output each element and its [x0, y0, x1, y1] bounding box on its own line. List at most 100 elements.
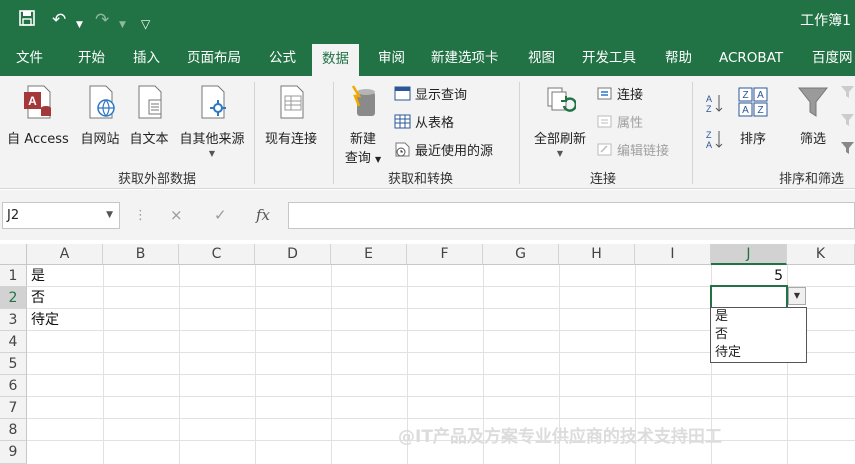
undo-dropdown-icon[interactable]: ▼ [76, 14, 83, 36]
ribbon: A 自 Access 自网站 自文本 自其他来源 ▼ 现有连接 获取外部数据 新 [0, 76, 855, 189]
tab-insert[interactable]: 插入 [133, 40, 160, 76]
gridline [27, 418, 855, 419]
cancel-icon[interactable]: × [170, 202, 183, 229]
formula-input[interactable] [288, 202, 855, 229]
name-box[interactable]: J2 ▼ [2, 202, 120, 229]
row-header-4[interactable]: 4 [0, 331, 27, 353]
chevron-down-icon: ▼ [208, 149, 216, 158]
properties-button: 属性 [596, 112, 643, 131]
tab-file[interactable]: 文件 [16, 40, 43, 76]
cell-a2[interactable]: 否 [31, 287, 103, 309]
from-other-sources-label: 自其他来源 [179, 132, 245, 147]
row-header-3[interactable]: 3 [0, 309, 27, 331]
row-header-9[interactable]: 9 [0, 441, 27, 464]
tab-new-tab[interactable]: 新建选项卡 [431, 40, 499, 76]
connections-label: 连接 [617, 88, 644, 103]
recent-sources-button[interactable]: 最近使用的源 [394, 140, 493, 159]
filter-button[interactable]: 筛选 [792, 84, 834, 147]
dropdown-option-yes[interactable]: 是 [711, 308, 806, 326]
tab-home[interactable]: 开始 [78, 40, 105, 76]
chevron-down-icon: ▼ [375, 155, 382, 164]
properties-label: 属性 [617, 116, 644, 131]
chevron-down-icon[interactable]: ▼ [106, 203, 113, 228]
existing-connections-button[interactable]: 现有连接 [260, 84, 322, 147]
reapply-filter-icon [840, 112, 855, 131]
column-header-d[interactable]: D [255, 244, 331, 265]
row-header-1[interactable]: 1 [0, 265, 27, 287]
cell-a1[interactable]: 是 [31, 265, 103, 287]
access-icon: A [4, 84, 72, 124]
title-bar: ↶ ▼ ↷ ▼ ▽ 工作簿1 [0, 0, 855, 40]
undo-icon[interactable]: ↶ [52, 9, 66, 31]
filter-icon [792, 84, 834, 124]
gridline [255, 265, 256, 464]
sort-descending-icon: ZA [706, 128, 724, 154]
from-other-sources-button[interactable]: 自其他来源 ▼ [175, 84, 249, 158]
row-header-2[interactable]: 2 [0, 287, 27, 309]
from-table-button[interactable]: 从表格 [394, 112, 454, 131]
row-header-5[interactable]: 5 [0, 353, 27, 375]
new-query-button[interactable]: 新建 查询 ▼ [340, 84, 386, 166]
column-header-i[interactable]: I [635, 244, 711, 265]
tab-developer[interactable]: 开发工具 [582, 40, 636, 76]
column-header-h[interactable]: H [559, 244, 635, 265]
clear-filter-button [840, 84, 855, 103]
from-text-button[interactable]: 自文本 [126, 84, 172, 147]
insert-function-icon[interactable]: fx [256, 202, 270, 229]
tab-formulas[interactable]: 公式 [269, 40, 296, 76]
column-header-a[interactable]: A [27, 244, 103, 265]
window-title: 工作簿1 [800, 13, 851, 29]
column-header-k[interactable]: K [787, 244, 855, 265]
customize-qat-icon[interactable]: ▽ [141, 13, 150, 35]
show-queries-label: 显示查询 [415, 88, 468, 103]
from-web-button[interactable]: 自网站 [76, 84, 124, 147]
tab-help[interactable]: 帮助 [665, 40, 692, 76]
svg-text:Z: Z [757, 105, 763, 116]
separator [692, 82, 693, 184]
tab-acrobat[interactable]: ACROBAT [719, 40, 783, 76]
tab-review[interactable]: 审阅 [378, 40, 405, 76]
redo-icon[interactable]: ↷ [95, 9, 109, 31]
from-access-button[interactable]: A 自 Access [4, 84, 72, 147]
tab-data[interactable]: 数据 [312, 44, 359, 76]
column-header-b[interactable]: B [103, 244, 179, 265]
edit-links-button: 编辑链接 [596, 140, 669, 159]
text-file-icon [126, 84, 172, 124]
refresh-all-button[interactable]: 全部刷新 ▼ [528, 84, 592, 158]
clear-filter-icon [840, 84, 855, 103]
existing-connections-icon [260, 84, 322, 124]
row-header-6[interactable]: 6 [0, 375, 27, 397]
row-header-7[interactable]: 7 [0, 397, 27, 419]
sort-icon: ZAAZ [732, 84, 774, 124]
column-header-f[interactable]: F [407, 244, 483, 265]
separator [333, 82, 334, 184]
connections-button[interactable]: 连接 [596, 84, 643, 103]
advanced-filter-button[interactable] [840, 140, 855, 159]
active-cell-j2[interactable] [710, 285, 788, 309]
other-sources-icon [175, 84, 249, 124]
dropdown-option-no[interactable]: 否 [711, 326, 806, 344]
column-header-c[interactable]: C [179, 244, 255, 265]
row-header-8[interactable]: 8 [0, 419, 27, 441]
from-web-label: 自网站 [80, 132, 120, 147]
select-all-corner[interactable] [0, 244, 27, 265]
tab-view[interactable]: 视图 [528, 40, 555, 76]
sort-button[interactable]: ZAAZ 排序 [732, 84, 774, 147]
tab-baidu[interactable]: 百度网 [812, 40, 853, 76]
column-header-g[interactable]: G [483, 244, 559, 265]
svg-text:A: A [706, 140, 712, 150]
edit-links-label: 编辑链接 [617, 144, 670, 159]
column-header-e[interactable]: E [331, 244, 407, 265]
sort-descending-button[interactable]: ZA [706, 128, 724, 154]
data-validation-dropdown-icon[interactable]: ▼ [788, 287, 806, 305]
show-queries-button[interactable]: 显示查询 [394, 84, 467, 103]
column-header-j[interactable]: J [711, 244, 787, 265]
redo-dropdown-icon[interactable]: ▼ [119, 14, 126, 36]
save-icon[interactable] [18, 9, 36, 33]
tab-page-layout[interactable]: 页面布局 [187, 40, 241, 76]
sort-ascending-button[interactable]: AZ [706, 92, 724, 118]
dropdown-option-pending[interactable]: 待定 [711, 344, 806, 362]
cell-a3[interactable]: 待定 [31, 309, 103, 331]
enter-icon[interactable]: ✓ [214, 202, 227, 229]
cell-j1[interactable]: 5 [711, 265, 787, 287]
